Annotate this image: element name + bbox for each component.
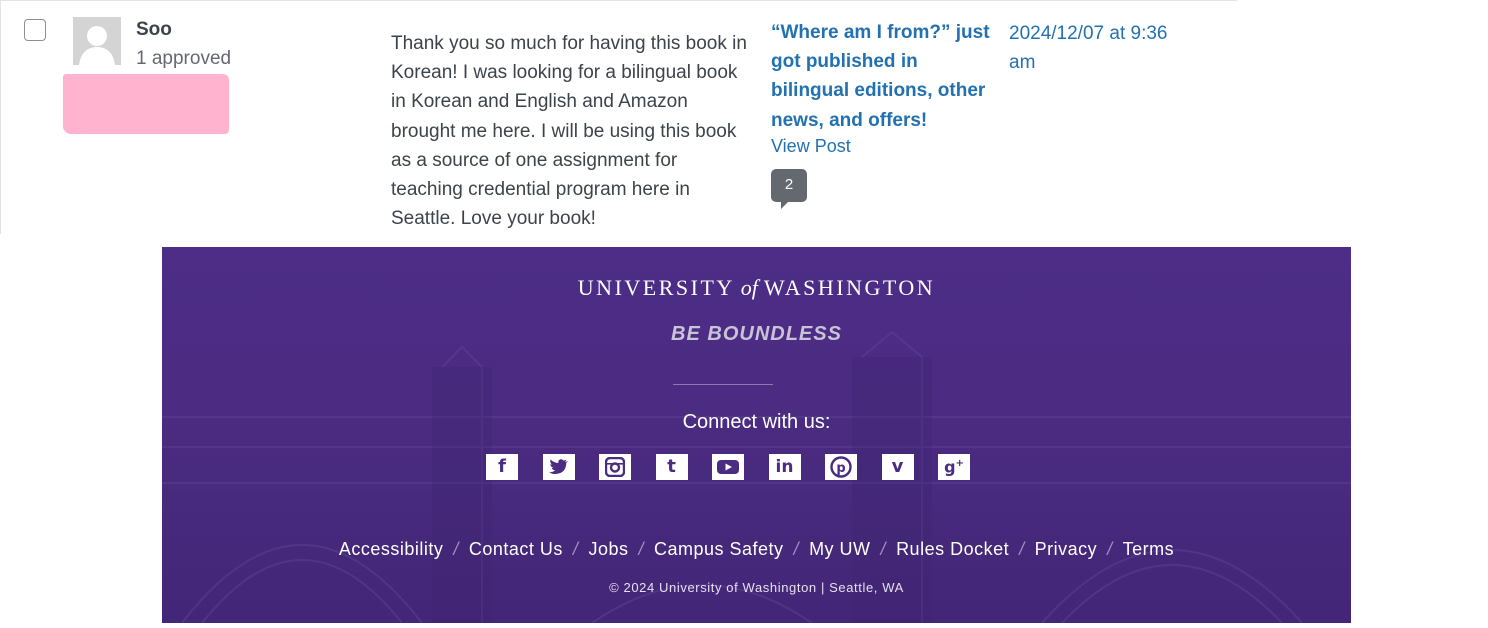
redacted-email xyxy=(63,74,229,134)
comment-select-checkbox[interactable] xyxy=(24,19,46,41)
wordmark-of: of xyxy=(740,275,758,300)
footer-link-jobs[interactable]: Jobs xyxy=(588,539,628,559)
connect-heading: Connect with us: xyxy=(682,411,831,433)
google-plus-icon[interactable]: g+ xyxy=(938,454,970,480)
be-boundless-tagline: BE BOUNDLESS xyxy=(671,323,842,345)
campus-arch-background xyxy=(162,330,1351,623)
comment-count-bubble[interactable]: 2 xyxy=(771,169,807,209)
university-wordmark[interactable]: UNIVERSITY of WASHINGTON xyxy=(162,275,1351,301)
vine-icon[interactable]: v xyxy=(881,454,914,480)
view-post-link[interactable]: View Post xyxy=(771,136,851,157)
copyright-notice: © 2024 University of Washington | Seattl… xyxy=(609,580,904,595)
comment-date-link[interactable]: 2024/12/07 at 9:36 am xyxy=(1009,19,1199,77)
footer-link-accessibility[interactable]: Accessibility xyxy=(339,539,444,559)
footer-link-rules-docket[interactable]: Rules Docket xyxy=(896,539,1009,559)
footer-link-privacy[interactable]: Privacy xyxy=(1035,539,1098,559)
facebook-icon[interactable]: f xyxy=(486,454,518,480)
footer-link-campus-safety[interactable]: Campus Safety xyxy=(654,539,784,559)
avatar-placeholder-icon xyxy=(73,17,121,65)
author-name: Soo xyxy=(136,19,172,40)
instagram-icon[interactable] xyxy=(599,454,631,480)
avatar xyxy=(73,17,121,65)
twitter-icon[interactable] xyxy=(542,454,575,480)
wordmark-university: UNIVERSITY xyxy=(577,275,735,300)
footer-links: Accessibility / Contact Us / Jobs / Campus Saf… xyxy=(338,539,1175,559)
footer-link-terms[interactable]: Terms xyxy=(1123,539,1175,559)
footer-link-my-uw[interactable]: My UW xyxy=(809,539,870,559)
author-approved-count: 1 approved xyxy=(136,48,232,69)
comment-text: Thank you so much for having this book i… xyxy=(391,33,747,230)
comment-row: Soo 1 approved Thank you so much for hav… xyxy=(0,0,1237,234)
linkedin-icon[interactable]: in xyxy=(768,454,801,480)
social-icons: f t in p v g+ xyxy=(486,454,995,480)
post-title-link[interactable]: “Where am I from?” just got published in… xyxy=(771,18,991,135)
footer-link-contact-us[interactable]: Contact Us xyxy=(469,539,563,559)
footer-divider xyxy=(673,384,773,385)
svg-text:p: p xyxy=(836,461,845,476)
tumblr-icon[interactable]: t xyxy=(655,454,688,480)
site-footer: UNIVERSITY of WASHINGTON BE BOUNDLESS Conn… xyxy=(162,247,1351,623)
youtube-icon[interactable] xyxy=(712,454,744,480)
wordmark-washington: WASHINGTON xyxy=(763,275,936,300)
pinterest-icon[interactable]: p xyxy=(825,454,857,480)
